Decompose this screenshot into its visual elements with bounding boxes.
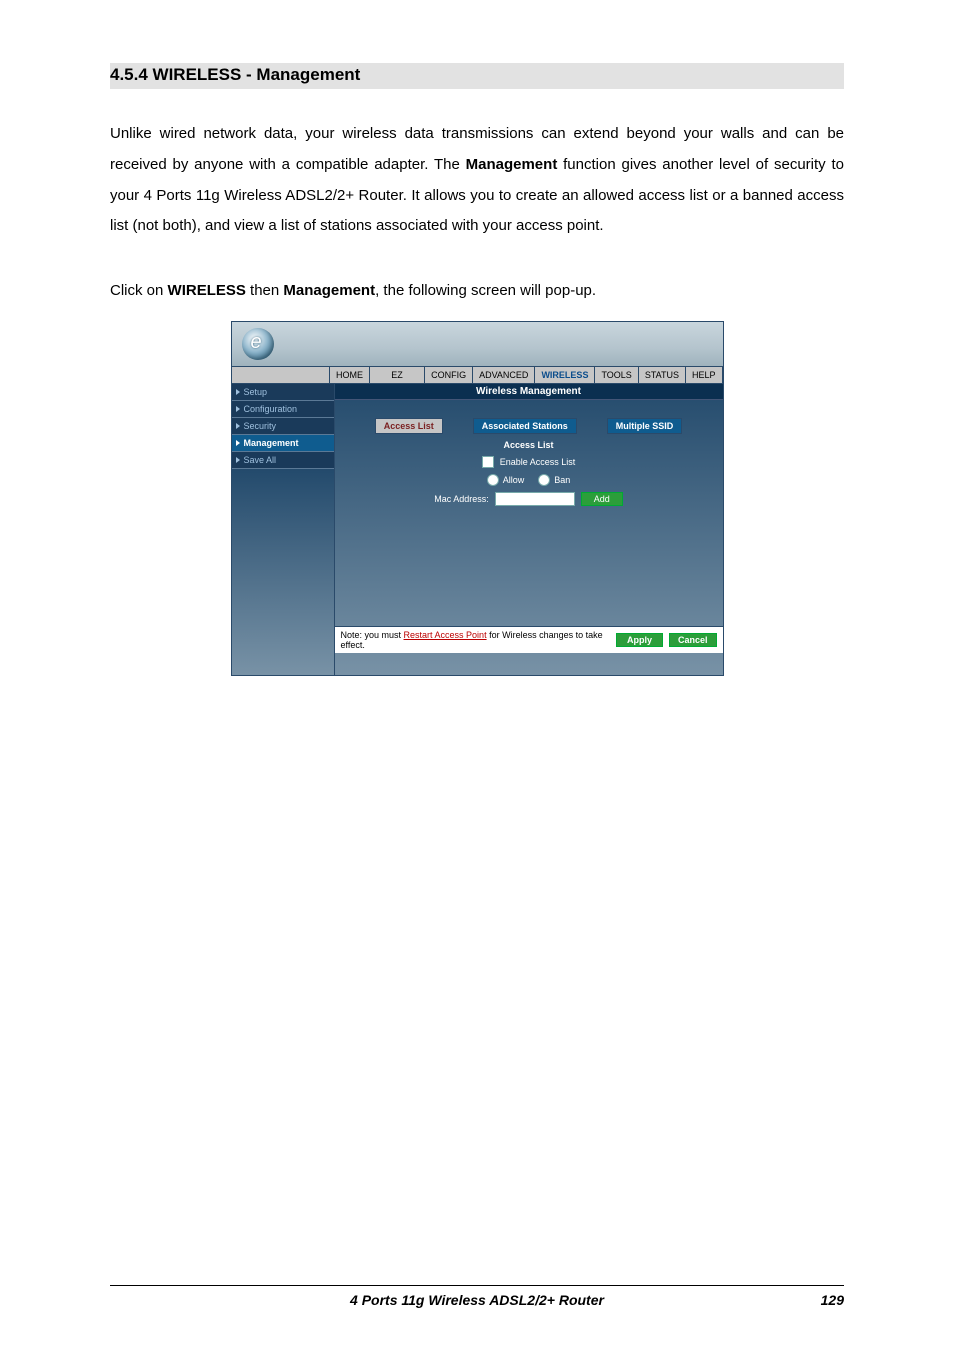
sidebar-item-security[interactable]: Security [232,418,334,435]
nav-spacer [232,367,331,383]
footer-note-row: Note: you must Restart Access Point for … [335,626,723,653]
allow-radio[interactable] [487,474,499,486]
chevron-right-icon [236,406,240,412]
enable-access-list-label: Enable Access List [500,457,576,467]
sidebar-item-label: Management [244,438,299,448]
sidebar-item-label: Setup [244,387,268,397]
note-text: Note: you must [341,630,404,640]
ban-radio[interactable] [538,474,550,486]
subtabs: Access List Associated Stations Multiple… [335,418,723,434]
main-panel: Wireless Management Access List Associat… [335,384,723,675]
text-bold: Management [466,156,558,173]
subtab-access-list[interactable]: Access List [375,418,443,434]
logo-icon: e [242,328,274,360]
access-list-title: Access List [335,440,723,450]
ban-label: Ban [554,475,570,485]
screenshot-router-ui: e HOME EZ SETUP CONFIG ADVANCED WIRELESS… [231,321,724,676]
mac-address-input[interactable] [495,492,575,506]
add-button[interactable]: Add [581,492,623,506]
allow-label: Allow [503,475,525,485]
nav-tab-tools[interactable]: TOOLS [595,367,638,383]
chevron-right-icon [236,440,240,446]
text-bold: WIRELESS [168,282,246,299]
footer-page-number: 129 [821,1292,844,1308]
apply-button[interactable]: Apply [616,633,663,647]
panel-title: Wireless Management [335,384,723,400]
nav-tab-home[interactable]: HOME [330,367,370,383]
section-heading: 4.5.4 WIRELESS - Management [110,63,844,89]
subtab-associated-stations[interactable]: Associated Stations [473,418,577,434]
nav-tab-ezsetup[interactable]: EZ SETUP [370,367,425,383]
sidebar-item-label: Security [244,421,277,431]
sidebar-item-save-all[interactable]: Save All [232,452,334,469]
sidebar-filler [232,469,334,675]
nav-tab-config[interactable]: CONFIG [425,367,473,383]
top-nav: HOME EZ SETUP CONFIG ADVANCED WIRELESS T… [232,366,723,384]
restart-access-point-link[interactable]: Restart Access Point [404,630,487,640]
chevron-right-icon [236,457,240,463]
sidebar-item-label: Save All [244,455,277,465]
nav-tab-advanced[interactable]: ADVANCED [473,367,535,383]
sidebar-item-setup[interactable]: Setup [232,384,334,401]
text: then [246,282,284,299]
chevron-right-icon [236,389,240,395]
text: Click on [110,282,168,299]
page-footer: 4 Ports 11g Wireless ADSL2/2+ Router 129 [110,1285,844,1308]
text-bold: Management [283,282,375,299]
enable-access-list-checkbox[interactable] [482,456,494,468]
screenshot-header: e [232,322,723,366]
mac-address-label: Mac Address: [434,494,489,504]
sidebar-item-configuration[interactable]: Configuration [232,401,334,418]
paragraph-2: Click on WIRELESS then Management, the f… [110,276,844,307]
nav-tab-status[interactable]: STATUS [639,367,686,383]
nav-tab-help[interactable]: HELP [686,367,723,383]
paragraph-1: Unlike wired network data, your wireless… [110,119,844,242]
chevron-right-icon [236,423,240,429]
sidebar-item-management[interactable]: Management [232,435,334,452]
sidebar-item-label: Configuration [244,404,298,414]
text: , the following screen will pop-up. [375,282,596,299]
logo-letter: e [251,331,262,354]
nav-tab-wireless[interactable]: WIRELESS [535,367,595,383]
cancel-button[interactable]: Cancel [669,633,717,647]
sidebar: Setup Configuration Security Management … [232,384,335,675]
subtab-multiple-ssid[interactable]: Multiple SSID [607,418,683,434]
footer-title: 4 Ports 11g Wireless ADSL2/2+ Router [350,1292,604,1308]
